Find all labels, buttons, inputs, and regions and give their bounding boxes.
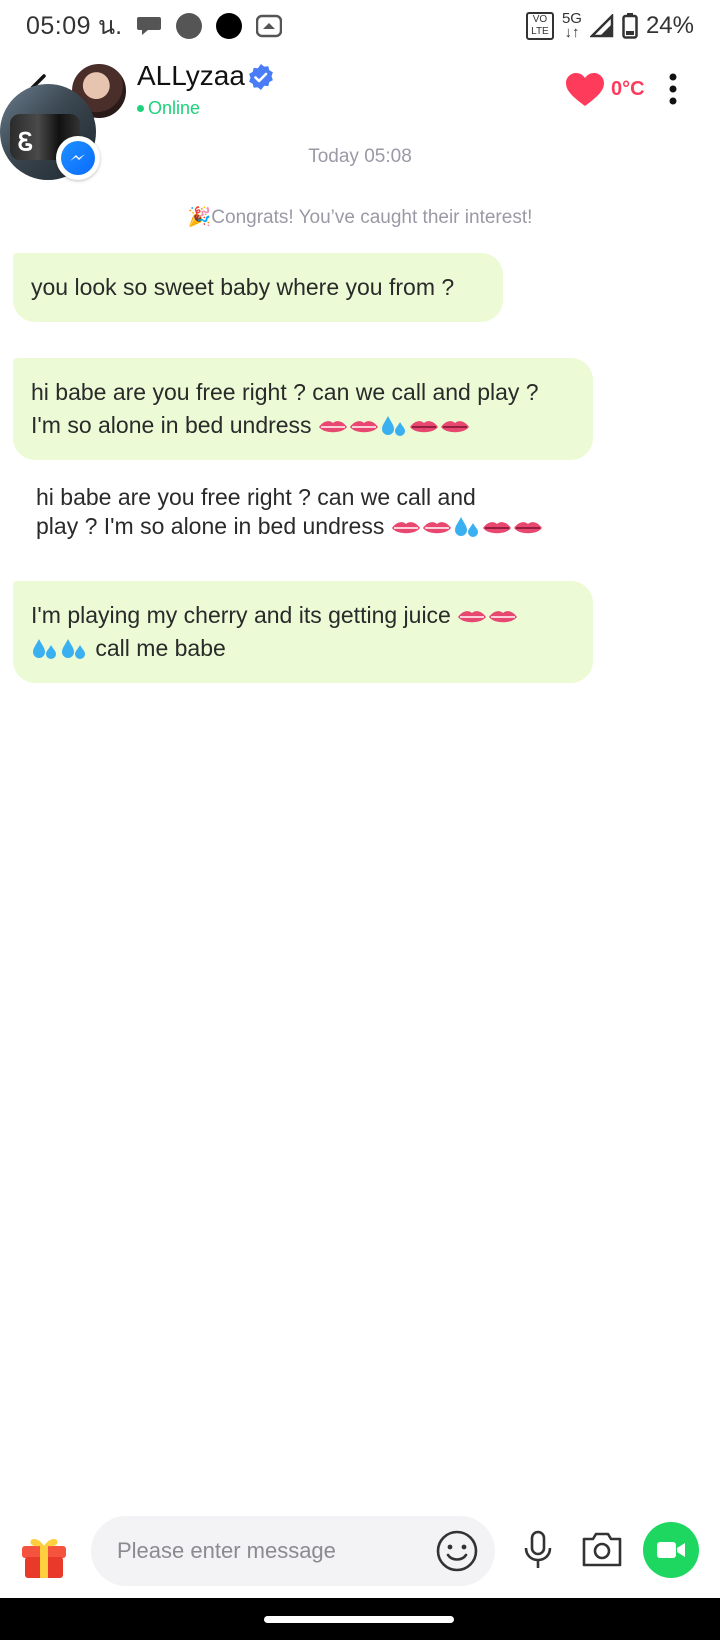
system-notice: 🎉Congrats! You’ve caught their interest! [187,207,533,228]
lips-emoji-icon [318,421,347,433]
online-status: Online [137,98,200,119]
camera-icon[interactable] [580,1530,624,1568]
gift-icon[interactable] [18,1528,70,1580]
message-bubble[interactable]: you look so sweet baby where you from ? [13,253,503,322]
message-text: call me babe [95,635,226,661]
message-text: hi babe are you free right ? can we call… [36,484,476,510]
microphone-icon[interactable] [521,1530,555,1570]
network-type: 5G ↓↑ [561,10,582,41]
lips-emoji-icon [513,522,542,534]
notification-dot-icon [176,13,203,39]
lips-emoji-icon [458,611,487,623]
lips-emoji-icon [391,522,420,534]
sweat-drops-emoji-icon [454,516,478,537]
notification-chat-icon [137,17,162,35]
notification-app-icon [216,13,243,39]
message-bubble[interactable]: I'm playing my cherry and its getting ju… [13,581,593,683]
message-input[interactable] [117,1516,407,1586]
message-bubble[interactable]: hi babe are you free right ? can we call… [13,358,593,460]
status-bar: 05:09 น. VO LTE 5G ↓↑ 24% [0,0,720,52]
message-text: you look so sweet baby where you from ? [31,274,455,300]
heart-icon[interactable] [565,72,605,108]
lips-emoji-icon [409,421,438,433]
home-gesture-handle[interactable] [264,1616,454,1623]
sweat-drops-emoji-icon [33,638,56,659]
message-composer [0,1510,720,1590]
status-time: 05:09 น. [26,12,123,40]
intimacy-temperature: 0°C [611,78,645,100]
message-text: I'm playing my cherry and its getting ju… [31,602,451,628]
volte-icon: VO LTE [525,12,554,40]
online-dot-icon [137,105,144,112]
lips-emoji-icon [489,611,518,623]
lips-emoji-icon [349,421,378,433]
chat-timestamp: Today 05:08 [308,146,412,167]
message-input-container [91,1516,495,1586]
message-text: hi babe are you free right ? can we call… [31,379,539,405]
status-bar-right: VO LTE 5G ↓↑ 24% [525,10,694,41]
system-navigation-bar [0,1598,720,1640]
contact-name: ALLyzaa [137,60,245,91]
signal-icon [589,14,614,38]
more-options-icon[interactable] [666,72,680,106]
video-camera-icon [657,1542,685,1558]
sweat-drops-emoji-icon [62,638,85,659]
sweat-drops-emoji-icon [381,415,405,436]
lips-emoji-icon [440,421,469,433]
video-call-button[interactable] [643,1522,699,1578]
battery-level: 24% [645,12,694,39]
status-bar-left: 05:09 น. [26,6,283,46]
message-text: play ? I'm so alone in bed undress [36,513,385,539]
message-quote[interactable]: hi babe are you free right ? can we call… [36,483,596,541]
message-text: I'm so alone in bed undress [31,412,312,438]
lips-emoji-icon [482,522,511,534]
verified-badge-icon [249,64,273,90]
battery-icon [622,13,638,39]
lips-emoji-icon [422,522,451,534]
emoji-icon[interactable] [435,1529,479,1573]
notification-game-icon [256,14,283,38]
